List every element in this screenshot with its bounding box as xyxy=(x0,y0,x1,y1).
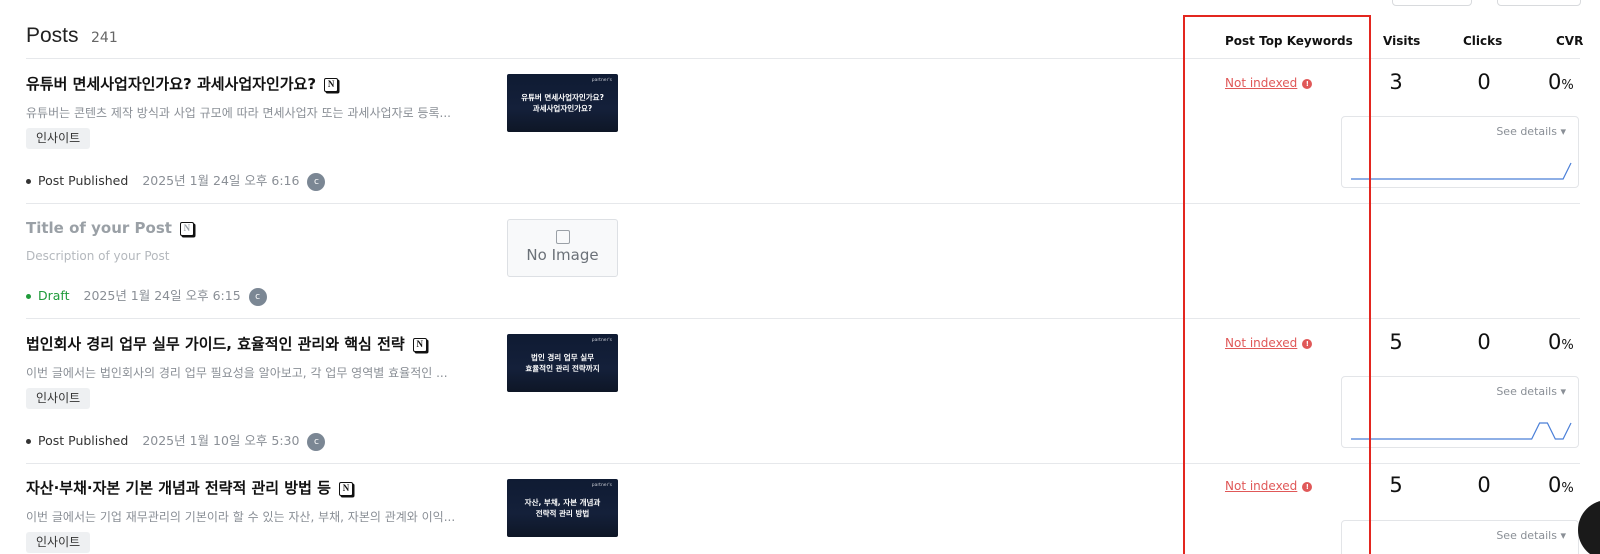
post-title[interactable]: 자산·부채·자본 기본 개념과 전략적 관리 방법 등N xyxy=(26,477,353,498)
visits-sparkline xyxy=(1351,162,1572,180)
image-icon xyxy=(555,230,570,244)
avatar: c xyxy=(307,432,326,451)
divider xyxy=(26,463,1580,464)
post-thumbnail[interactable]: partner's 자산, 부채, 자본 개념과 전략적 관리 방법 xyxy=(507,479,618,537)
post-thumbnail[interactable]: partner's 유튜버 면세사업자인가요? 과세사업자인가요? xyxy=(507,74,618,132)
column-header-cvr[interactable]: CVR xyxy=(1556,34,1583,48)
clicks-value: 0 xyxy=(1477,473,1491,497)
clicks-value: 0 xyxy=(1477,330,1491,354)
post-date: 2025년 1월 24일 오후 6:16 xyxy=(142,173,300,188)
notion-icon[interactable]: N xyxy=(179,221,194,236)
post-description: 유튜버는 콘텐츠 제작 방식과 사업 규모에 따라 면세사업자 또는 과세사업자… xyxy=(26,106,451,120)
visits-value: 5 xyxy=(1389,330,1403,354)
info-icon[interactable]: ! xyxy=(1302,481,1313,492)
divider xyxy=(26,318,1580,319)
sparkline-card: See details ▾ xyxy=(1341,376,1579,448)
column-header-clicks[interactable]: Clicks xyxy=(1463,34,1502,48)
see-details-dropdown[interactable]: See details ▾ xyxy=(1496,125,1566,138)
post-status: Post Published 2025년 1월 10일 오후 5:30 c xyxy=(26,430,326,451)
not-indexed-link[interactable]: Not indexed! xyxy=(1225,336,1313,350)
post-description: 이번 글에서는 법인회사의 경리 업무 필요성을 알아보고, 각 업무 영역별 … xyxy=(26,366,448,380)
status-dot-icon xyxy=(26,439,31,444)
category-tag[interactable]: 인사이트 xyxy=(26,532,91,553)
category-tag[interactable]: 인사이트 xyxy=(26,388,91,409)
top-toolbar-button[interactable] xyxy=(1497,0,1581,6)
column-header-visits[interactable]: Visits xyxy=(1383,34,1420,48)
info-icon[interactable]: ! xyxy=(1302,338,1313,349)
notion-icon[interactable]: N xyxy=(338,481,353,496)
clicks-value: 0 xyxy=(1477,70,1491,94)
post-count: 241 xyxy=(91,30,118,46)
cvr-value: 0% xyxy=(1548,473,1574,497)
sparkline-card: See details ▾ xyxy=(1341,116,1579,188)
chat-widget-button[interactable] xyxy=(1578,500,1600,554)
category-tag[interactable]: 인사이트 xyxy=(26,128,91,149)
top-toolbar-button[interactable] xyxy=(1392,0,1472,6)
divider xyxy=(26,58,1580,59)
cvr-value: 0% xyxy=(1548,70,1574,94)
post-thumbnail[interactable]: partner's 법인 경리 업무 실무 효율적인 관리 전략까지 xyxy=(507,334,618,392)
visits-value: 5 xyxy=(1389,473,1403,497)
avatar: c xyxy=(307,172,326,191)
post-date: 2025년 1월 24일 오후 6:15 xyxy=(83,288,241,303)
post-status: Post Published 2025년 1월 24일 오후 6:16 c xyxy=(26,170,326,191)
post-description: Description of your Post xyxy=(26,249,170,263)
notion-icon[interactable]: N xyxy=(412,337,427,352)
not-indexed-link[interactable]: Not indexed! xyxy=(1225,479,1313,493)
post-title[interactable]: 법인회사 경리 업무 실무 가이드, 효율적인 관리와 핵심 전략 N xyxy=(26,333,427,354)
column-header-keywords: Post Top Keywords xyxy=(1225,34,1353,48)
info-icon[interactable]: ! xyxy=(1302,78,1313,89)
notion-icon[interactable]: N xyxy=(324,77,339,92)
post-description: 이번 글에서는 기업 재무관리의 기본이라 할 수 있는 자산, 부채, 자본의… xyxy=(26,510,456,524)
status-dot-icon xyxy=(26,179,31,184)
post-title[interactable]: Title of your Post N xyxy=(26,219,194,237)
status-dot-icon xyxy=(26,294,31,299)
post-title[interactable]: 유튜버 면세사업자인가요? 과세사업자인가요? N xyxy=(26,73,339,94)
highlight-annotation xyxy=(1183,15,1371,554)
post-date: 2025년 1월 10일 오후 5:30 xyxy=(142,433,300,448)
cvr-value: 0% xyxy=(1548,330,1574,354)
not-indexed-link[interactable]: Not indexed! xyxy=(1225,76,1313,90)
see-details-dropdown[interactable]: See details ▾ xyxy=(1496,385,1566,398)
post-status: Draft 2025년 1월 24일 오후 6:15 c xyxy=(26,285,267,306)
sparkline-card: See details ▾ xyxy=(1341,520,1579,554)
avatar: c xyxy=(248,287,267,306)
see-details-dropdown[interactable]: See details ▾ xyxy=(1496,529,1566,542)
divider xyxy=(26,203,1580,204)
no-image-placeholder[interactable]: No Image xyxy=(507,219,618,277)
visits-value: 3 xyxy=(1389,70,1403,94)
page-title: Posts xyxy=(26,24,79,47)
visits-sparkline xyxy=(1351,422,1572,440)
